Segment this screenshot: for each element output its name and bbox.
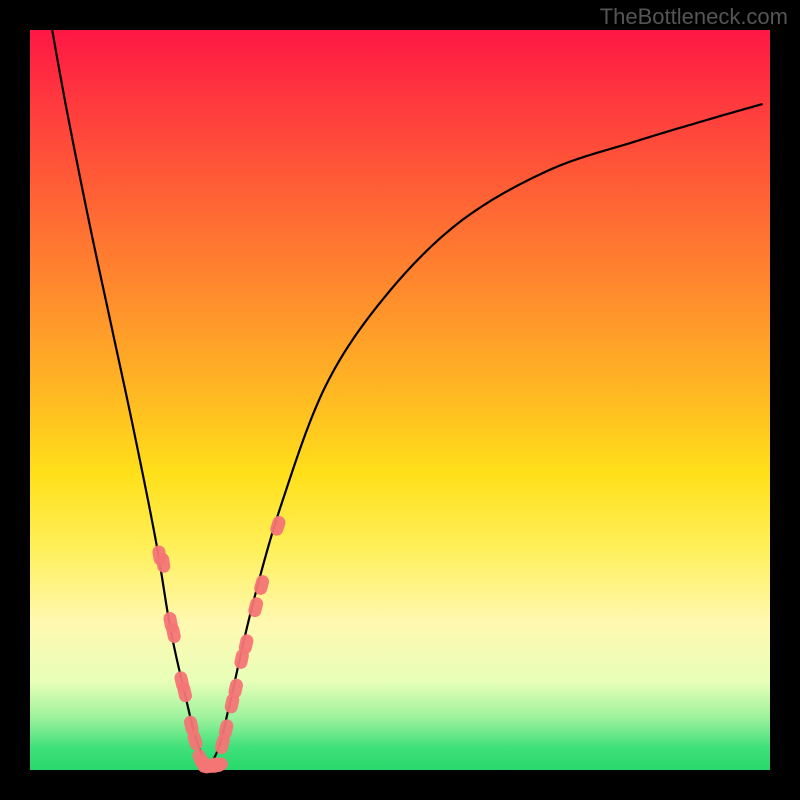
watermark-text: TheBottleneck.com [600, 4, 788, 30]
curve-layer [52, 30, 762, 763]
chart-overlay [30, 30, 770, 770]
plot-area [30, 30, 770, 770]
outer-frame: TheBottleneck.com [0, 0, 800, 800]
bottleneck-curve-path [52, 30, 762, 763]
data-point [208, 758, 228, 771]
